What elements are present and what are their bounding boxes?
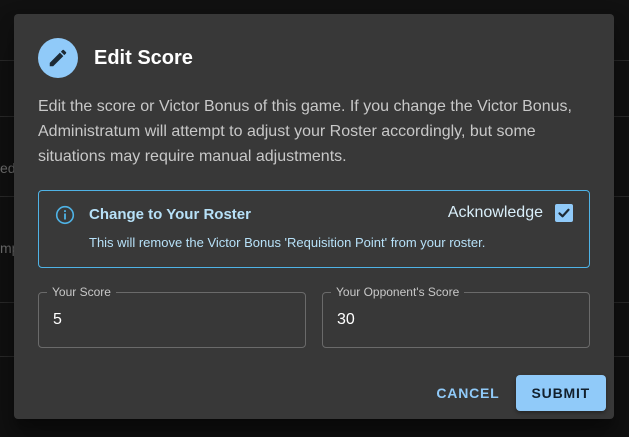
- pencil-icon: [38, 38, 78, 78]
- edit-score-dialog: Edit Score Edit the score or Victor Bonu…: [14, 14, 614, 419]
- dialog-header: Edit Score: [38, 38, 193, 78]
- cancel-button[interactable]: CANCEL: [422, 377, 513, 409]
- dialog-title: Edit Score: [94, 46, 193, 69]
- your-score-label: Your Score: [47, 285, 116, 299]
- info-icon: [55, 205, 75, 225]
- opponent-score-input[interactable]: 30: [337, 311, 355, 329]
- alert-title: Change to Your Roster: [89, 206, 251, 223]
- acknowledge-label[interactable]: Acknowledge: [448, 204, 543, 222]
- roster-change-alert: Change to Your Roster This will remove t…: [38, 190, 590, 268]
- check-icon: [558, 208, 570, 218]
- dialog-actions: CANCEL SUBMIT: [422, 375, 606, 411]
- submit-button[interactable]: SUBMIT: [515, 375, 606, 411]
- alert-message: This will remove the Victor Bonus 'Requi…: [89, 235, 486, 250]
- acknowledge-control[interactable]: Acknowledge: [448, 204, 573, 222]
- your-score-input[interactable]: 5: [53, 311, 62, 329]
- your-score-field[interactable]: Your Score 5: [38, 285, 306, 348]
- dialog-description: Edit the score or Victor Bonus of this g…: [38, 98, 572, 165]
- opponent-score-label: Your Opponent's Score: [331, 285, 465, 299]
- acknowledge-checkbox[interactable]: [555, 204, 573, 222]
- opponent-score-field[interactable]: Your Opponent's Score 30: [322, 285, 590, 348]
